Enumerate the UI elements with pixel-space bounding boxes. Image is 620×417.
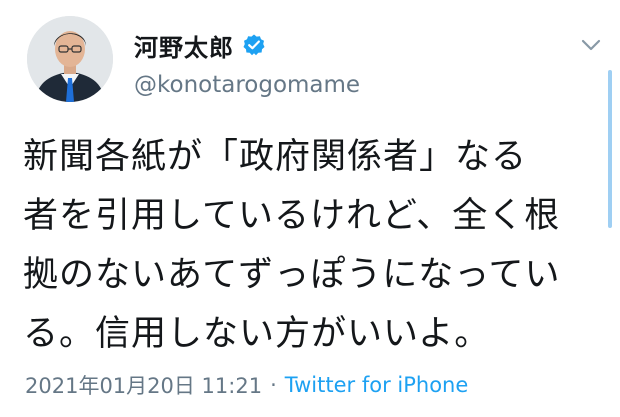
tweet-text-line: る。信用しない方がいいよ。 xyxy=(23,314,491,354)
tweet-source-link[interactable]: Twitter for iPhone xyxy=(285,373,469,397)
tweet-text-line: 者を引用しているけれど、全く根 xyxy=(23,196,561,236)
tweet-text-line: 新聞各紙が「政府関係者」なる xyxy=(23,137,528,177)
author-display-name[interactable]: 河野太郎 xyxy=(134,28,234,63)
tweet-meta: 2021年01月20日 11:21 · Twitter for iPhone xyxy=(25,370,468,400)
tweet-text-line: 拠のないあてずっぽうになってい xyxy=(23,255,561,295)
avatar-image xyxy=(27,16,113,102)
author-handle[interactable]: @konotarogomame xyxy=(134,72,360,98)
scroll-indicator xyxy=(608,70,612,228)
verified-badge-icon xyxy=(242,33,266,57)
meta-separator: · xyxy=(270,373,277,397)
avatar[interactable] xyxy=(27,16,113,102)
chevron-down-icon[interactable] xyxy=(578,34,604,56)
tweet-card: 河野太郎 @konotarogomame 新聞各紙が「政府関係者」なる 者を引用… xyxy=(0,0,620,417)
tweet-text: 新聞各紙が「政府関係者」なる 者を引用しているけれど、全く根 拠のないあてずっぽ… xyxy=(23,128,598,364)
author-name-row[interactable]: 河野太郎 xyxy=(134,28,266,62)
tweet-timestamp[interactable]: 2021年01月20日 11:21 xyxy=(25,370,262,400)
